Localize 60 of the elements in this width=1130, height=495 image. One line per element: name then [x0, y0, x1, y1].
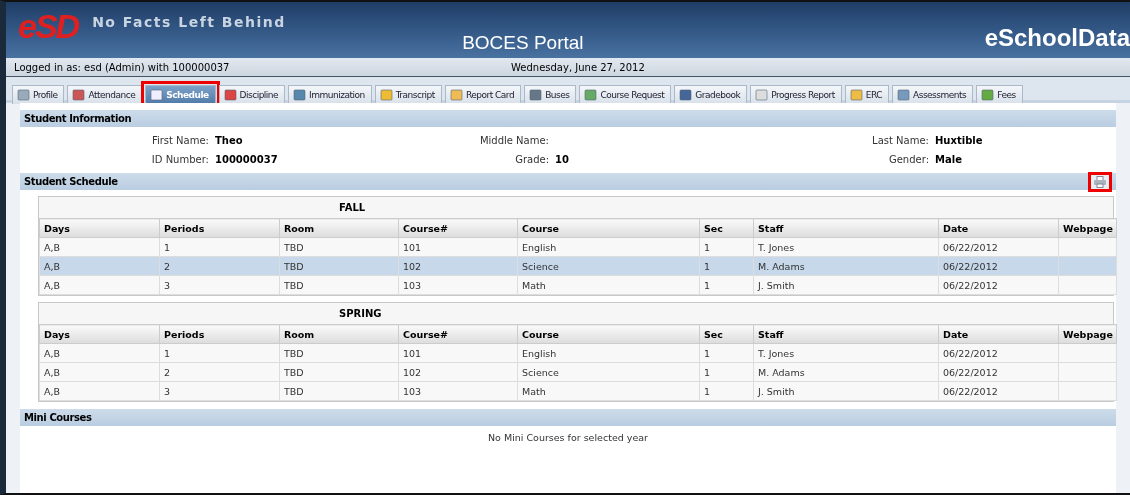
- tab-icon: [17, 89, 30, 101]
- field-label: First Name:: [150, 135, 210, 146]
- column-header: Days: [39, 218, 160, 238]
- tagline: No Facts Left Behind: [92, 14, 287, 30]
- column-header: Course#: [398, 218, 518, 238]
- field-label: Gender:: [887, 154, 930, 165]
- field-label: Last Name:: [871, 135, 930, 146]
- tab-icon: [293, 89, 307, 101]
- column-header: Course: [517, 218, 700, 238]
- tab[interactable]: Fees: [976, 85, 1023, 104]
- tab-icon: [379, 89, 393, 101]
- tab[interactable]: Buses: [524, 85, 577, 104]
- tab-icon: [449, 89, 463, 101]
- term-heading: SPRING: [339, 308, 382, 319]
- login-info: Logged in as: esd (Admin) with 100000037: [14, 61, 231, 73]
- printer-icon: [1093, 175, 1107, 188]
- column-header: Staff: [753, 324, 939, 344]
- brand-name: eSchoolData: [984, 24, 1130, 52]
- column-header: Periods: [159, 218, 280, 238]
- tab-icon: [849, 89, 863, 101]
- tab-icon: [755, 89, 769, 101]
- portal-title: BOCES Portal: [462, 32, 585, 54]
- field-value: Huxtible: [935, 135, 983, 146]
- term-heading: FALL: [339, 202, 366, 213]
- tab-icon: [72, 89, 86, 101]
- column-header: Date: [938, 324, 1059, 344]
- column-header: Course#: [398, 324, 518, 344]
- tab-icon: [223, 89, 237, 101]
- column-header: Room: [279, 324, 399, 344]
- tab[interactable]: Profile: [12, 85, 65, 104]
- section-title: Student Information: [24, 113, 132, 124]
- field-value: 100000037: [215, 154, 278, 165]
- column-header: Date: [938, 218, 1059, 238]
- section-title: Mini Courses: [24, 412, 92, 423]
- column-header: Room: [279, 218, 399, 238]
- current-date: Wednesday, June 27, 2012: [511, 61, 645, 73]
- print-button[interactable]: [1088, 171, 1112, 192]
- column-header: Webpage: [1058, 324, 1117, 344]
- tab-icon: [150, 89, 164, 101]
- column-header: Course: [517, 324, 700, 344]
- field-label: Grade:: [514, 154, 550, 165]
- tab-icon: [584, 89, 598, 101]
- empty-message: No Mini Courses for selected year: [488, 432, 648, 443]
- section-title: Student Schedule: [24, 176, 118, 187]
- column-header: Sec: [699, 218, 754, 238]
- logo: eSD: [18, 6, 79, 46]
- tab-icon: [897, 89, 911, 101]
- field-value: 10: [555, 154, 569, 165]
- tab-icon: [679, 89, 693, 101]
- column-header: Webpage: [1058, 218, 1117, 238]
- column-header: Days: [39, 324, 160, 344]
- field-value: Theo: [215, 135, 243, 146]
- column-header: Periods: [159, 324, 280, 344]
- column-header: Staff: [753, 218, 939, 238]
- field-label: ID Number:: [150, 154, 210, 165]
- tab-icon: [981, 89, 995, 101]
- field-label: Middle Name:: [478, 135, 550, 146]
- field-value: Male: [935, 154, 962, 165]
- tab-icon: [529, 89, 543, 101]
- column-header: Sec: [699, 324, 754, 344]
